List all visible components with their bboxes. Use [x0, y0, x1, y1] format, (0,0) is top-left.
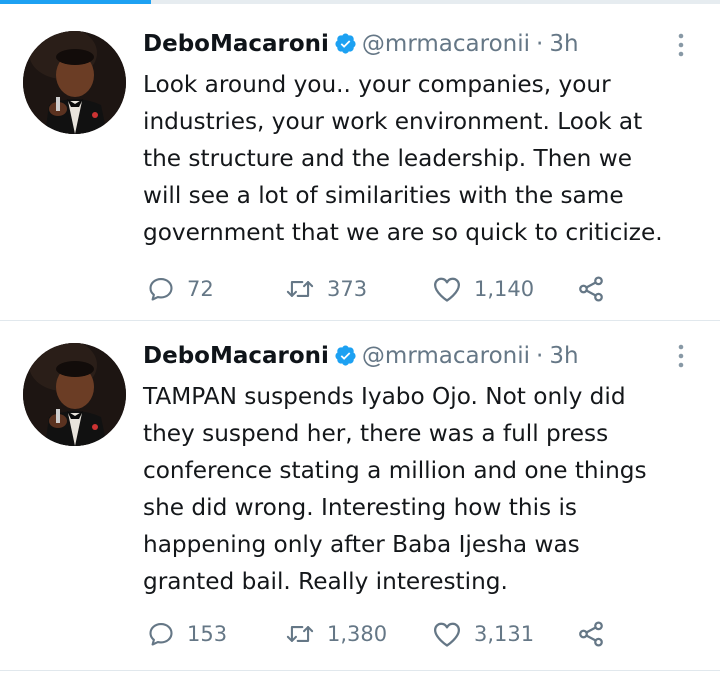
- author-handle[interactable]: @mrmacaronii: [362, 31, 530, 57]
- reply-icon: [149, 623, 173, 646]
- tweet-header: DeboMacaroni @mrmacaronii · 3h: [143, 29, 579, 59]
- reply-button[interactable]: 72: [147, 272, 214, 306]
- retweet-icon: [286, 281, 314, 297]
- tweet[interactable]: DeboMacaroni @mrmacaronii · 3h Look around …: [0, 4, 720, 320]
- heart-icon: [434, 277, 460, 302]
- tweet-text: Look around you.. your companies, your i…: [143, 71, 663, 246]
- verified-badge-icon: [335, 33, 356, 54]
- tweet[interactable]: DeboMacaroni @mrmacaronii · 3h TAMPAN suspe…: [0, 321, 720, 670]
- tweet-actions: 72 373 1,140: [143, 272, 703, 306]
- tweet-timestamp[interactable]: 3h: [549, 31, 578, 57]
- tweet-actions: 153 1,380 3,131: [143, 617, 703, 651]
- share-button[interactable]: [576, 272, 606, 306]
- like-button[interactable]: 1,140: [432, 272, 534, 306]
- reply-count: 153: [187, 622, 228, 646]
- separator-dot: ·: [536, 31, 544, 57]
- tweet-header: DeboMacaroni @mrmacaronii · 3h: [143, 341, 579, 371]
- reply-count: 72: [187, 277, 214, 301]
- reply-icon: [149, 278, 173, 301]
- tweet-feed: DeboMacaroni @mrmacaronii · 3h Look around …: [0, 0, 720, 684]
- like-button[interactable]: 3,131: [432, 617, 534, 651]
- reply-button[interactable]: 153: [147, 617, 227, 651]
- author-handle[interactable]: @mrmacaronii: [362, 343, 530, 369]
- share-icon: [579, 621, 603, 647]
- like-count: 3,131: [474, 622, 535, 646]
- like-count: 1,140: [474, 277, 535, 301]
- retweet-button[interactable]: 373: [285, 272, 367, 306]
- author-name[interactable]: DeboMacaroni: [143, 343, 329, 369]
- avatar[interactable]: [23, 31, 126, 134]
- tweet-divider: [0, 670, 720, 671]
- more-vertical-icon: [678, 344, 684, 368]
- retweet-count: 373: [327, 277, 368, 301]
- tweet-text: TAMPAN suspends Iyabo Ojo. Not only did …: [143, 383, 647, 595]
- verified-badge-icon: [335, 345, 356, 366]
- more-options-button[interactable]: [676, 343, 686, 373]
- retweet-icon: [286, 626, 314, 642]
- author-name[interactable]: DeboMacaroni: [143, 31, 329, 57]
- share-button[interactable]: [576, 617, 606, 651]
- retweet-button[interactable]: 1,380: [285, 617, 387, 651]
- share-icon: [579, 276, 603, 302]
- tweet-timestamp[interactable]: 3h: [549, 343, 578, 369]
- more-vertical-icon: [678, 33, 684, 57]
- heart-icon: [434, 622, 460, 647]
- retweet-count: 1,380: [327, 622, 388, 646]
- separator-dot: ·: [536, 343, 544, 369]
- avatar[interactable]: [23, 343, 126, 446]
- more-options-button[interactable]: [676, 32, 686, 62]
